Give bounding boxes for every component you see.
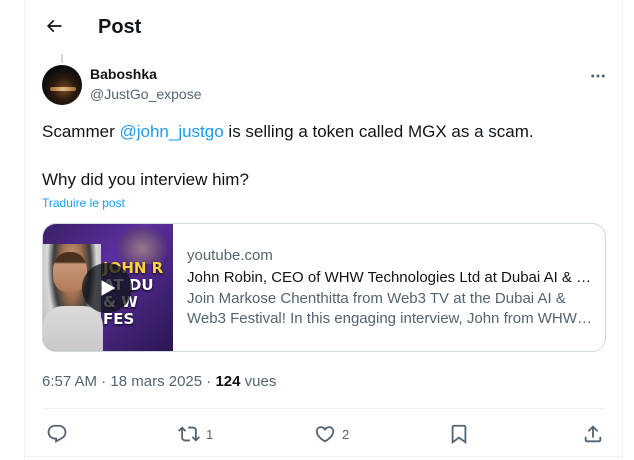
more-icon: [589, 67, 607, 85]
post-page: Post Baboshka @JustGo_expose Scammer @jo…: [0, 0, 634, 460]
link-preview-card[interactable]: JOHN R AT DU & W FES youtube.com John Ro…: [42, 223, 606, 352]
views-count: 124: [215, 373, 241, 390]
post-meta: 6:57 AM · 18 mars 2025 · 124 vues: [42, 372, 276, 392]
arrow-left-icon: [44, 16, 64, 36]
author-handle[interactable]: @JustGo_expose: [90, 86, 202, 103]
avatar-image-detail: [50, 87, 76, 91]
post-text-before: Scammer: [42, 122, 120, 141]
repost-button[interactable]: 1: [178, 420, 213, 448]
share-button[interactable]: [582, 420, 604, 448]
reply-button[interactable]: [46, 420, 74, 448]
author-display-name[interactable]: Baboshka: [90, 66, 157, 83]
bookmark-button[interactable]: [448, 420, 470, 448]
right-border: [622, 0, 623, 460]
avatar[interactable]: [42, 65, 82, 105]
thread-connector: [61, 54, 63, 63]
play-button[interactable]: [82, 263, 132, 313]
translate-post-link[interactable]: Traduire le post: [42, 195, 125, 211]
play-icon: [96, 277, 118, 299]
like-count: 2: [342, 426, 350, 442]
post-header: Post: [25, 0, 622, 54]
meta-separator: ·: [202, 373, 216, 390]
meta-separator: ·: [97, 373, 111, 390]
share-icon: [582, 423, 604, 445]
more-options-button[interactable]: [586, 64, 610, 88]
divider: [42, 408, 606, 409]
card-domain: youtube.com: [187, 247, 273, 264]
post-text-line2: Why did you interview him?: [42, 170, 249, 189]
heart-icon: [314, 423, 336, 445]
banner-line: FES: [103, 310, 135, 328]
bookmark-icon: [448, 423, 470, 445]
card-title: John Robin, CEO of WHW Technologies Ltd …: [187, 269, 597, 286]
action-bar: 1 2: [42, 420, 606, 448]
post-time[interactable]: 6:57 AM: [42, 373, 97, 390]
page-title: Post: [98, 16, 142, 38]
bottom-divider: [25, 456, 622, 457]
post-date[interactable]: 18 mars 2025: [110, 373, 202, 390]
post-text-after: is selling a token called MGX as a scam.: [223, 122, 534, 141]
like-button[interactable]: 2: [314, 420, 349, 448]
views-label: vues: [240, 373, 277, 390]
back-button[interactable]: [37, 9, 71, 43]
mention-link[interactable]: @john_justgo: [119, 122, 223, 141]
repost-icon: [178, 423, 200, 445]
card-description: Join Markose Chenthitta from Web3 TV at …: [187, 290, 577, 327]
video-thumbnail[interactable]: JOHN R AT DU & W FES: [43, 224, 173, 351]
left-border: [24, 0, 25, 460]
reply-icon: [46, 423, 68, 445]
card-text: youtube.com John Robin, CEO of WHW Techn…: [187, 246, 597, 329]
repost-count: 1: [206, 426, 214, 442]
post-text: Scammer @john_justgo is selling a token …: [42, 120, 602, 144]
